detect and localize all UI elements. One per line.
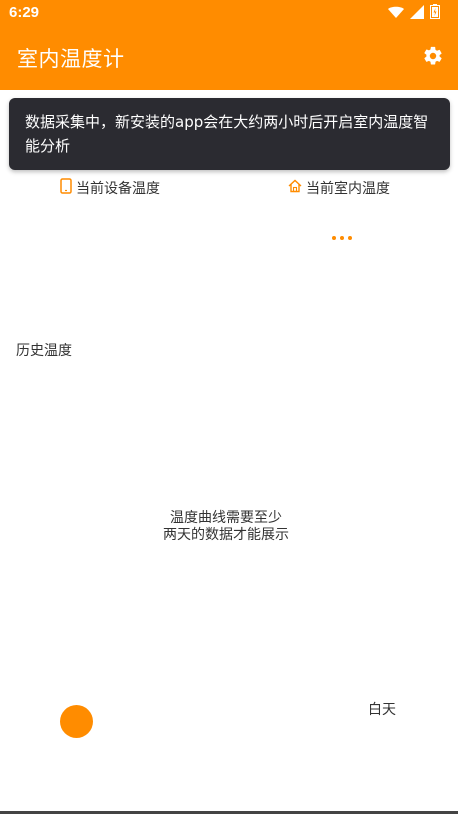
app-bar: 室内温度计 [0,26,458,90]
loading-dot [332,236,336,240]
day-label: 白天 [368,702,396,718]
wifi-icon [388,4,404,23]
status-time: 6:29 [9,4,40,21]
toast-text: 数据采集中，新安装的app会在大约两小时后开启室内温度智能分析 [25,113,429,155]
toast-message: 数据采集中，新安装的app会在大约两小时后开启室内温度智能分析 [9,98,450,170]
current-indoor-temperature: 当前室内温度 [288,177,390,199]
status-icons [380,3,440,23]
history-title: 历史温度 [16,343,72,359]
gear-icon[interactable] [422,45,444,67]
battery-icon [430,3,440,23]
loading-indicator [332,236,352,240]
chart-empty-line-1: 温度曲线需要至少 [170,510,282,526]
indoor-temperature-label: 当前室内温度 [306,181,390,197]
chart-empty-line-2: 两天的数据才能展示 [163,527,289,543]
chart-empty-state: 温度曲线需要至少 两天的数据才能展示 [0,510,452,544]
home-icon [288,179,302,197]
signal-icon [410,4,424,23]
loading-dot [348,236,352,240]
phone-icon [60,178,72,198]
current-device-temperature: 当前设备温度 [60,177,160,199]
app-title: 室内温度计 [17,47,125,71]
status-bar: 6:29 [0,0,458,26]
device-temperature-label: 当前设备温度 [76,181,160,197]
floating-action-button[interactable] [60,705,93,738]
loading-dot [340,236,344,240]
